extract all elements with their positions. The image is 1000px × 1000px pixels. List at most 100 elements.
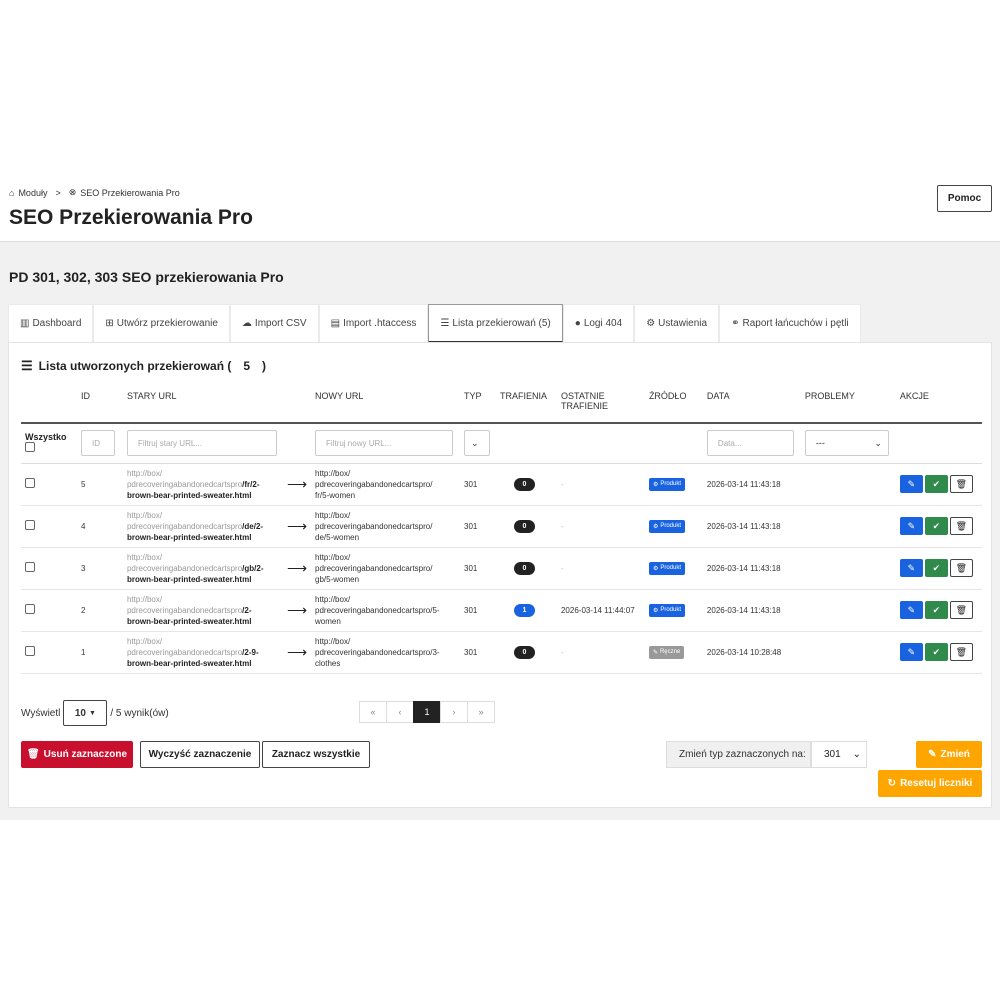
new-url-path: pdrecoveringabandonedcartspro/3- bbox=[315, 647, 440, 657]
pagination: « ‹ 1 › » bbox=[359, 701, 495, 723]
problems-filter-select[interactable]: --- ⌄ bbox=[804, 430, 889, 457]
hits-badge: 0 bbox=[514, 477, 535, 491]
old-url-filter-input[interactable]: Filtruj stary URL... bbox=[126, 430, 277, 457]
hits-badge: 0 bbox=[514, 519, 535, 533]
col-id[interactable]: ID bbox=[76, 383, 123, 424]
old-url[interactable]: http://box/pdrecoveringabandonedcartspro… bbox=[127, 468, 279, 501]
select-all-label: Wszystko bbox=[25, 432, 67, 443]
delete-button[interactable]: 🗑 bbox=[949, 559, 973, 577]
breadcrumb-modules[interactable]: Moduły bbox=[18, 188, 47, 198]
reset-counters-label: Resetuj liczniki bbox=[900, 778, 973, 789]
tab-bar: ▥ Dashboard ⊞ Utwórz przekierowanie ☁ Impor… bbox=[8, 304, 861, 343]
old-url-slug: brown-bear-printed-sweater.html bbox=[126, 574, 252, 584]
col-new-url[interactable]: NOWY URL bbox=[311, 383, 461, 424]
new-url[interactable]: http://box/pdrecoveringabandonedcartspro… bbox=[315, 552, 456, 585]
tab-redirect-list[interactable]: ☰ Lista przekierowań (5) bbox=[428, 304, 563, 343]
col-source[interactable]: ŹRÓDŁO bbox=[644, 383, 703, 424]
old-url[interactable]: http://box/pdrecoveringabandonedcartspro… bbox=[127, 510, 279, 543]
row-last-hit: - bbox=[556, 505, 645, 548]
type-filter-select[interactable]: ⌄ bbox=[464, 430, 491, 457]
change-button[interactable]: ✎ Zmień bbox=[916, 741, 982, 768]
new-url[interactable]: http://box/pdrecoveringabandonedcartspro… bbox=[315, 510, 456, 543]
tab-dashboard[interactable]: ▥ Dashboard bbox=[8, 304, 94, 342]
delete-button[interactable]: 🗑 bbox=[949, 517, 973, 535]
row-id: 1 bbox=[76, 631, 123, 674]
page-next[interactable]: › bbox=[440, 701, 468, 723]
old-url[interactable]: http://box/pdrecoveringabandonedcartspro… bbox=[127, 552, 279, 585]
row-checkbox[interactable] bbox=[25, 478, 35, 488]
select-all-checkbox[interactable] bbox=[25, 442, 35, 453]
check-circle-icon: ✔ bbox=[932, 520, 941, 531]
page-prev[interactable]: ‹ bbox=[386, 701, 414, 723]
delete-button[interactable]: 🗑 bbox=[949, 475, 973, 493]
change-type-select[interactable]: 301 ⌄ bbox=[811, 741, 867, 768]
id-filter-input[interactable]: ID bbox=[80, 430, 115, 457]
filter-row: Wszystko ID Filtruj stary URL... Filtruj… bbox=[21, 423, 982, 464]
edit-button[interactable]: ✎ bbox=[899, 643, 923, 661]
select-all-button[interactable]: Zaznacz wszystkie bbox=[262, 741, 370, 768]
col-date[interactable]: DATA bbox=[702, 383, 801, 424]
trash-icon: 🗑 bbox=[955, 646, 968, 657]
old-url-path-bold: /gb/2- bbox=[242, 563, 264, 573]
table-row: 1 http://box/pdrecoveringabandonedcartspr… bbox=[21, 631, 982, 674]
old-url-slug: brown-bear-printed-sweater.html bbox=[126, 490, 252, 500]
tab-logs-404[interactable]: ● Logi 404 bbox=[562, 304, 635, 342]
source-badge: ⚙ Produkt bbox=[648, 603, 686, 617]
reset-counters-button[interactable]: ↻ Resetuj liczniki bbox=[878, 770, 982, 797]
old-url-path: pdrecoveringabandonedcartspro bbox=[126, 479, 243, 489]
delete-selected-button[interactable]: 🗑 Usuń zaznaczone bbox=[21, 741, 133, 768]
col-hits[interactable]: TRAFIENIA bbox=[496, 383, 557, 424]
page-last[interactable]: » bbox=[467, 701, 495, 723]
help-button[interactable]: Pomoc bbox=[937, 185, 992, 212]
edit-button[interactable]: ✎ bbox=[899, 517, 923, 535]
new-url-host: http://box/ bbox=[315, 510, 351, 520]
pencil-icon: ✎ bbox=[907, 604, 916, 615]
activate-button[interactable]: ✔ bbox=[924, 559, 948, 577]
results-count: / 5 wynik(ów) bbox=[110, 707, 169, 719]
edit-button[interactable]: ✎ bbox=[899, 601, 923, 619]
edit-button[interactable]: ✎ bbox=[899, 475, 923, 493]
delete-button[interactable]: 🗑 bbox=[949, 643, 973, 661]
tab-import-htaccess[interactable]: ▤ Import .htaccess bbox=[318, 304, 429, 342]
old-url-path-bold: /de/2- bbox=[242, 521, 264, 531]
row-date: 2026-03-14 11:43:18 bbox=[702, 505, 801, 548]
new-url[interactable]: http://box/pdrecoveringabandonedcartspro… bbox=[315, 594, 456, 627]
date-filter-input[interactable]: Data... bbox=[706, 430, 794, 457]
row-checkbox[interactable] bbox=[25, 562, 35, 572]
col-problems[interactable]: PROBLEMY bbox=[800, 383, 896, 424]
trash-icon: 🗑 bbox=[955, 562, 968, 573]
page-first[interactable]: « bbox=[359, 701, 387, 723]
col-last-hit[interactable]: OSTATNIE TRAFIENIE bbox=[556, 383, 645, 424]
activate-button[interactable]: ✔ bbox=[924, 475, 948, 493]
tab-settings[interactable]: ⚙ Ustawienia bbox=[634, 304, 720, 342]
row-checkbox[interactable] bbox=[25, 604, 35, 614]
delete-button[interactable]: 🗑 bbox=[949, 601, 973, 619]
old-url[interactable]: http://box/pdrecoveringabandonedcartspro… bbox=[127, 636, 279, 669]
per-page-select[interactable]: 10 ▼ bbox=[63, 700, 108, 726]
row-checkbox[interactable] bbox=[25, 520, 35, 530]
table-header-row: ID STARY URL NOWY URL TYP TRAFIENIA OSTA… bbox=[21, 383, 982, 424]
page-1[interactable]: 1 bbox=[413, 701, 441, 723]
tab-import-csv[interactable]: ☁ Import CSV bbox=[229, 304, 319, 342]
new-url-slug: de/5-women bbox=[315, 532, 360, 542]
chevron-down-icon: ⌄ bbox=[471, 437, 479, 448]
source-label: Produkt bbox=[660, 565, 682, 571]
old-url-host: http://box/ bbox=[126, 636, 163, 646]
activate-button[interactable]: ✔ bbox=[924, 517, 948, 535]
new-url[interactable]: http://box/pdrecoveringabandonedcartspro… bbox=[315, 468, 456, 501]
tab-chain-report[interactable]: ⚭ Raport łańcuchów i pętli bbox=[719, 304, 861, 342]
old-url[interactable]: http://box/pdrecoveringabandonedcartspro… bbox=[127, 594, 279, 627]
tab-create-redirect[interactable]: ⊞ Utwórz przekierowanie bbox=[93, 304, 230, 342]
new-url-path: pdrecoveringabandonedcartspro/ bbox=[315, 521, 433, 531]
activate-button[interactable]: ✔ bbox=[924, 643, 948, 661]
row-checkbox[interactable] bbox=[25, 646, 35, 656]
pencil-icon: ✎ bbox=[907, 478, 916, 489]
col-type[interactable]: TYP bbox=[460, 383, 496, 424]
tab-label: Logi 404 bbox=[583, 318, 623, 329]
edit-button[interactable]: ✎ bbox=[899, 559, 923, 577]
col-old-url[interactable]: STARY URL bbox=[122, 383, 283, 424]
clear-selection-button[interactable]: Wyczyść zaznaczenie bbox=[140, 741, 260, 768]
new-url[interactable]: http://box/pdrecoveringabandonedcartspro… bbox=[315, 636, 456, 669]
activate-button[interactable]: ✔ bbox=[924, 601, 948, 619]
new-url-filter-input[interactable]: Filtruj nowy URL... bbox=[315, 430, 454, 457]
